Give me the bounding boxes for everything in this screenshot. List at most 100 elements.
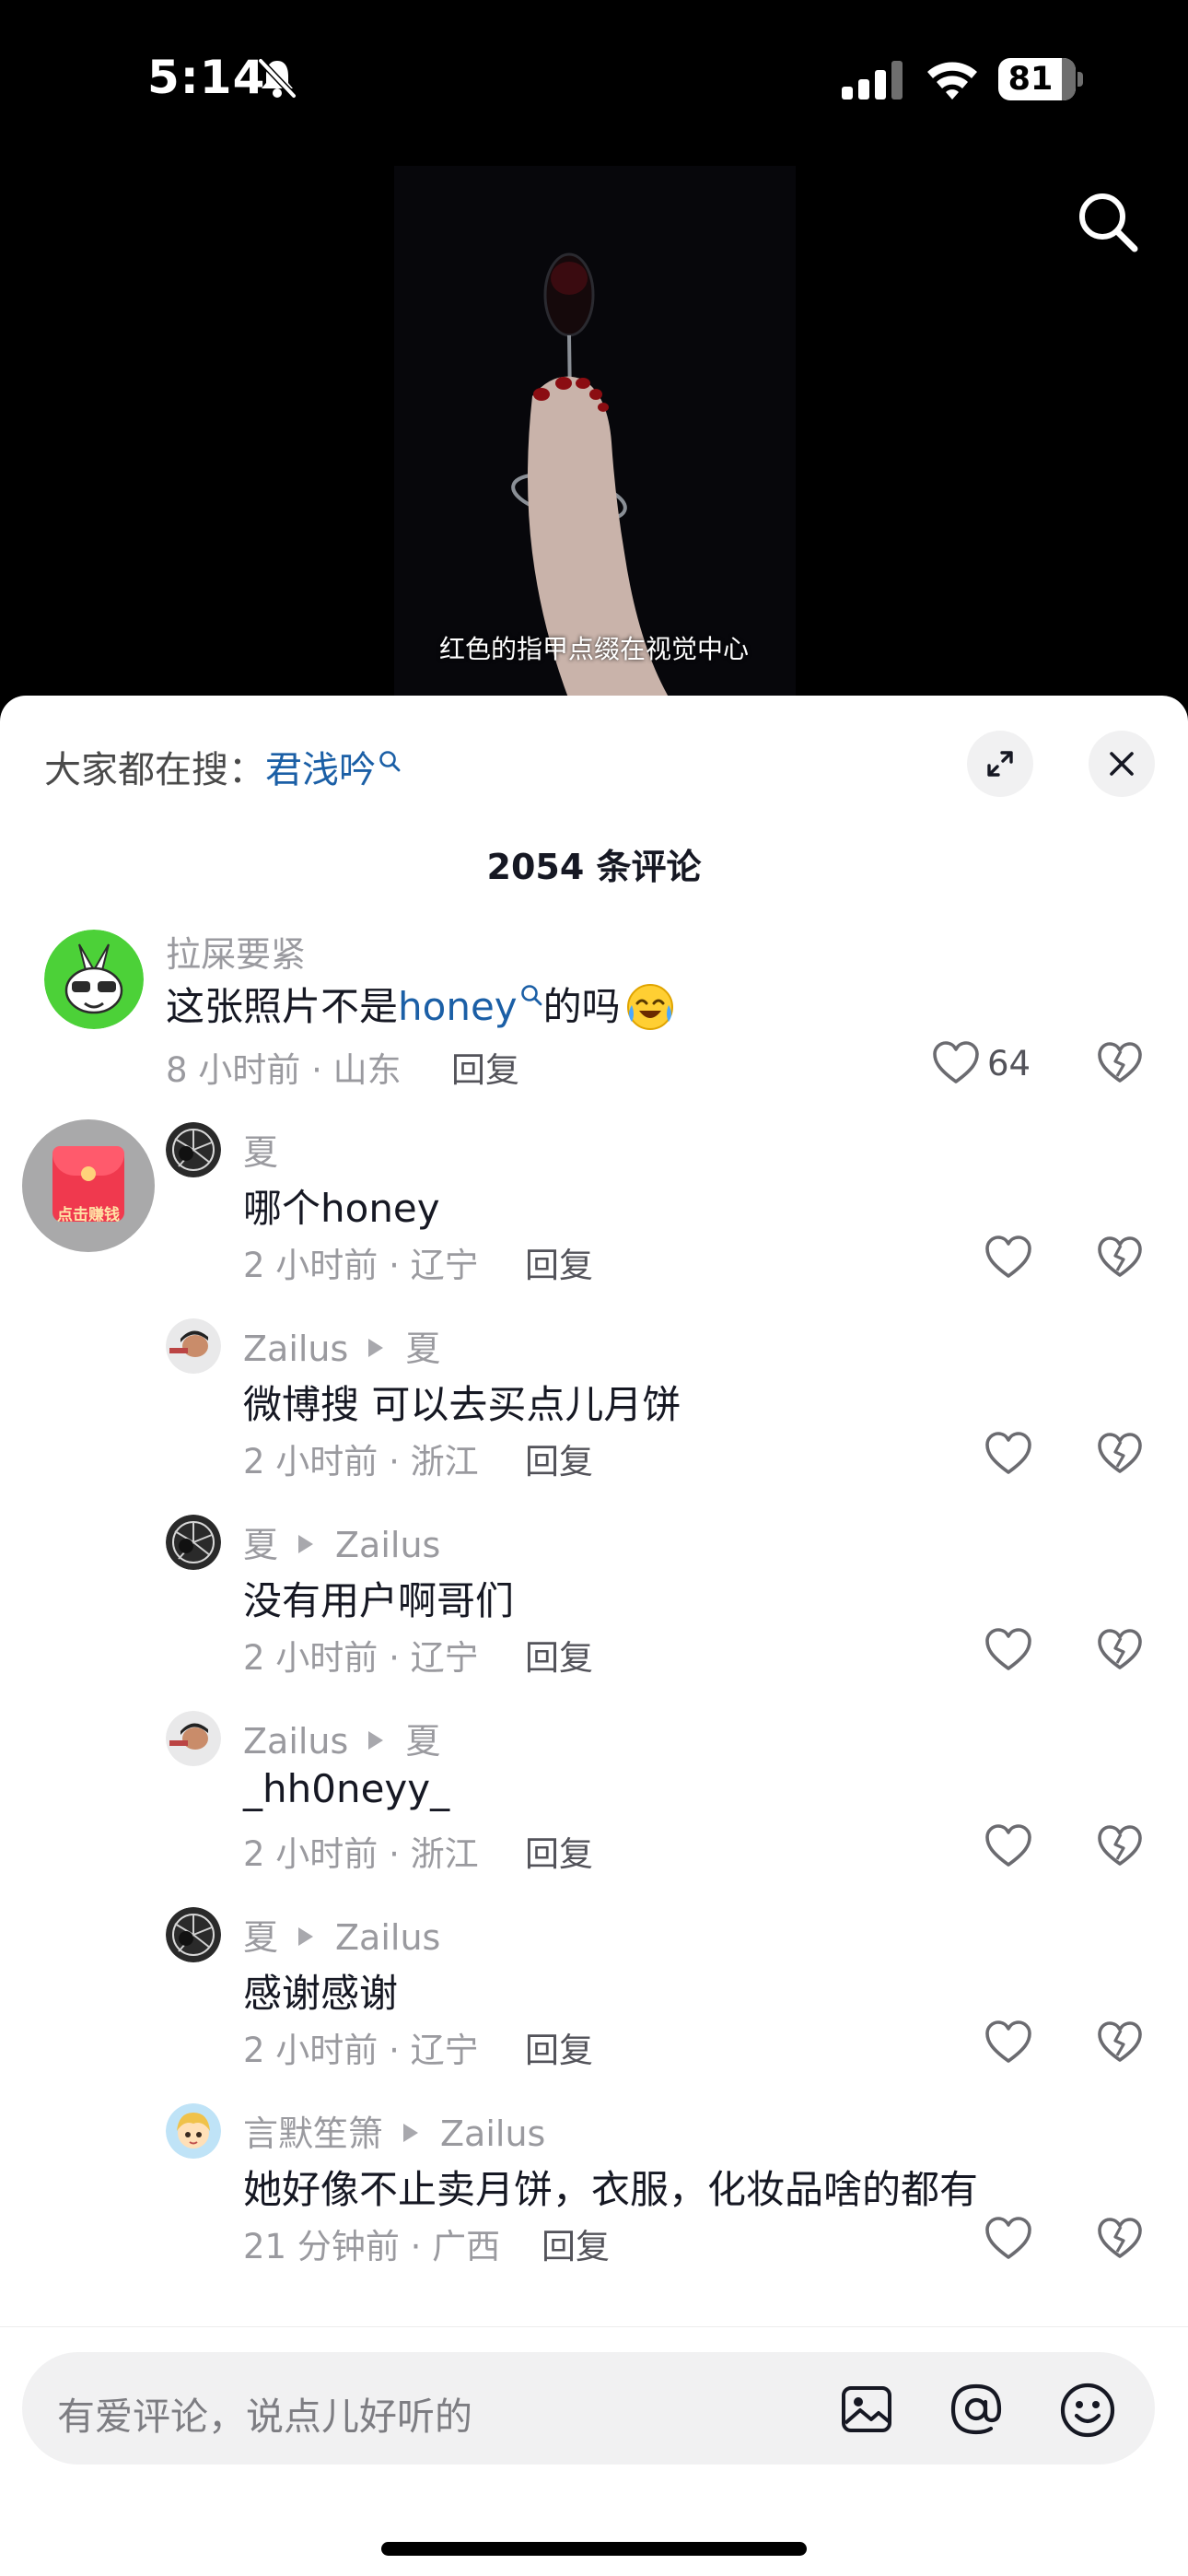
avatar[interactable] xyxy=(166,1515,221,1570)
broken-heart-icon[interactable] xyxy=(1096,2215,1144,2263)
search-icon xyxy=(520,985,542,1006)
comment-username[interactable]: 拉屎要紧 xyxy=(166,926,306,977)
avatar[interactable] xyxy=(166,1907,221,1962)
search-icon[interactable] xyxy=(1076,190,1140,254)
broken-heart-icon[interactable] xyxy=(1096,1626,1144,1674)
dark-photo-avatar-icon xyxy=(166,1122,221,1177)
comment-text: 没有用户啊哥们 xyxy=(243,1578,515,1623)
trending-term[interactable]: 君浅吟 xyxy=(265,749,376,791)
broken-heart-icon[interactable] xyxy=(1096,1039,1144,1087)
status-bar: 5:14 81 xyxy=(0,0,1188,161)
broken-heart-icon[interactable] xyxy=(1096,1430,1144,1478)
trending-prefix: 大家都在搜： xyxy=(44,749,265,791)
reply-button[interactable]: 回复 xyxy=(525,1237,593,1287)
video-subtitle: 红色的指甲点缀在视觉中心 xyxy=(438,634,749,664)
reply-to-arrow-icon xyxy=(298,1535,314,1553)
expand-button[interactable] xyxy=(967,731,1033,797)
comment-username[interactable]: Zailus 夏 xyxy=(243,1320,440,1371)
comment-input[interactable]: 有爱评论，说点儿好听的 xyxy=(22,2352,1155,2465)
avatar[interactable] xyxy=(44,930,144,1029)
cartoon-girl-avatar-icon xyxy=(166,2103,221,2159)
broken-heart-icon[interactable] xyxy=(1096,1822,1144,1870)
crying-laughing-emoji-icon xyxy=(626,984,673,1030)
heart-icon[interactable] xyxy=(984,1233,1033,1282)
reply-to-arrow-icon xyxy=(368,1339,384,1357)
reply-button[interactable]: 回复 xyxy=(525,2022,593,2072)
search-icon xyxy=(379,751,401,772)
silent-mode-icon xyxy=(258,58,297,99)
comment-reply: 言默笙箫 Zailus 她好像不止卖月饼，衣服，化妆品啥的都有 21 分钟前 · … xyxy=(0,2103,1188,2288)
comment-text: _hh0neyy_ xyxy=(243,1766,450,1811)
comment-reply: Zailus 夏 微博搜 可以去买点儿月饼 2 小时前 · 浙江 回复 xyxy=(0,1318,1188,1503)
battery-level: 81 xyxy=(1007,61,1054,98)
person-avatar-icon xyxy=(166,1318,221,1374)
video-illustration xyxy=(394,166,796,700)
person-avatar-icon xyxy=(166,1711,221,1766)
comment-panel: 大家都在搜：君浅吟 2054 条评论 拉屎要紧 这张照片不是honey 的吗 8… xyxy=(0,696,1188,2576)
reply-button[interactable]: 回复 xyxy=(525,1826,593,1876)
image-icon[interactable] xyxy=(840,2383,893,2436)
broken-heart-icon[interactable] xyxy=(1096,2019,1144,2067)
comment-count: 2054 条评论 xyxy=(486,847,702,887)
wifi-icon xyxy=(927,62,977,100)
close-button[interactable] xyxy=(1089,731,1155,797)
comment-meta: 2 小时前 · 浙江 xyxy=(243,1442,479,1481)
reply-button[interactable]: 回复 xyxy=(542,2219,610,2268)
comment-username[interactable]: 夏 Zailus xyxy=(243,1909,440,1960)
comment-reply: 夏 Zailus 感谢感谢 2 小时前 · 辽宁 回复 xyxy=(0,1907,1188,2091)
comment-input-placeholder: 有爱评论，说点儿好听的 xyxy=(57,2395,472,2439)
heart-icon[interactable] xyxy=(984,1821,1033,1871)
reply-button[interactable]: 回复 xyxy=(525,1434,593,1483)
broken-heart-icon[interactable] xyxy=(1096,1234,1144,1282)
cellular-signal-icon xyxy=(842,61,903,100)
reply-button[interactable]: 回复 xyxy=(525,1630,593,1680)
avatar[interactable] xyxy=(166,1122,221,1177)
red-packet-label: 点击赚钱 xyxy=(57,1206,120,1224)
emoji-icon[interactable] xyxy=(1059,2382,1116,2439)
comment-meta: 2 小时前 · 辽宁 xyxy=(243,1246,479,1285)
close-icon xyxy=(1110,752,1134,776)
heart-icon[interactable] xyxy=(984,1429,1033,1479)
battery-body: 81 xyxy=(998,58,1076,100)
heart-icon[interactable] xyxy=(984,2214,1033,2264)
green-rabbit-avatar-icon xyxy=(44,930,144,1029)
dark-photo-avatar-icon xyxy=(166,1515,221,1570)
avatar[interactable] xyxy=(166,1318,221,1374)
comment-meta: 2 小时前 · 辽宁 xyxy=(243,1638,479,1678)
like-count: 64 xyxy=(987,1044,1031,1083)
avatar[interactable] xyxy=(166,1711,221,1766)
comment-meta: 2 小时前 · 辽宁 xyxy=(243,2031,479,2070)
comment-username[interactable]: 夏 Zailus xyxy=(243,1516,440,1567)
comment-text: 微博搜 可以去买点儿月饼 xyxy=(243,1382,681,1427)
comment-username[interactable]: Zailus 夏 xyxy=(243,1713,440,1763)
reply-to-arrow-icon xyxy=(298,1927,314,1946)
dark-photo-avatar-icon xyxy=(166,1907,221,1962)
at-mention-icon[interactable] xyxy=(949,2382,1004,2437)
comment-text: 感谢感谢 xyxy=(243,1971,399,2016)
battery-indicator: 81 xyxy=(998,58,1083,100)
comment-username[interactable]: 言默笙箫 Zailus xyxy=(243,2105,545,2156)
honey-search-link[interactable]: honey xyxy=(398,984,518,1029)
home-indicator[interactable] xyxy=(381,2542,807,2556)
status-time: 5:14 xyxy=(147,51,266,104)
red-packet-badge[interactable]: 点击赚钱 xyxy=(22,1119,155,1252)
comment-meta: 8 小时前 · 山东 xyxy=(166,1050,402,1090)
comment-username[interactable]: 夏 xyxy=(243,1124,278,1175)
video-frame xyxy=(394,166,796,700)
reply-to-arrow-icon xyxy=(368,1731,384,1750)
heart-icon[interactable] xyxy=(984,1625,1033,1675)
comment-text: 哪个honey xyxy=(243,1186,440,1231)
comment-reply: Zailus 夏 _hh0neyy_ 2 小时前 · 浙江 回复 xyxy=(0,1711,1188,1895)
heart-icon[interactable] xyxy=(984,2018,1033,2067)
comment-item: 拉屎要紧 这张照片不是honey 的吗 8 小时前 · 山东 回复 64 xyxy=(0,917,1188,1101)
heart-icon[interactable] xyxy=(931,1038,981,1088)
trending-search[interactable]: 大家都在搜：君浅吟 xyxy=(44,740,402,793)
reply-to-arrow-icon xyxy=(403,2124,419,2142)
comment-reply: 夏 哪个honey 2 小时前 · 辽宁 回复 xyxy=(0,1122,1188,1306)
avatar[interactable] xyxy=(166,2103,221,2159)
reply-button[interactable]: 回复 xyxy=(451,1042,519,1092)
comment-input-bar: 有爱评论，说点儿好听的 xyxy=(0,2326,1188,2576)
expand-icon xyxy=(987,751,1013,777)
comment-meta: 2 小时前 · 浙江 xyxy=(243,1834,479,1874)
coin-icon xyxy=(81,1166,96,1181)
